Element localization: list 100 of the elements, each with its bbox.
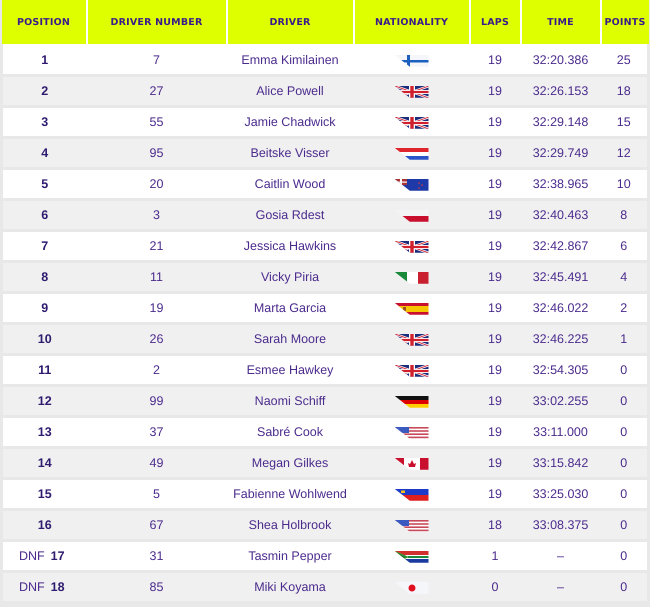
laps-count: 19 (488, 363, 502, 377)
race-time: 32:38.965 (532, 177, 588, 191)
position-text: 14 (38, 456, 52, 470)
points-value: 4 (620, 270, 628, 284)
column-header: LAPS (470, 0, 520, 45)
points-value: 18 (616, 84, 631, 98)
points-value: 8 (620, 208, 628, 222)
driver-number: 55 (150, 115, 164, 129)
position-text: 15 (38, 487, 52, 501)
driver-number: 27 (150, 84, 164, 98)
status-label: DNF (18, 580, 45, 594)
driver-number: 95 (150, 146, 164, 160)
laps-count: 19 (488, 332, 502, 346)
driver-name: Megan Gilkes (252, 456, 328, 470)
column-header: TIME (520, 0, 600, 45)
laps-count: 19 (488, 239, 502, 253)
laps-count: 19 (488, 456, 502, 470)
laps-count: 19 (488, 301, 502, 315)
points-value: 0 (620, 456, 628, 470)
driver-name: Jessica Hawkins (244, 239, 336, 253)
driver-number: 31 (150, 549, 164, 563)
race-time: 33:02.255 (532, 394, 588, 408)
driver-number: 26 (150, 332, 164, 346)
driver-number: 20 (150, 177, 164, 191)
driver-name: Miki Koyama (254, 580, 326, 594)
driver-name: Alice Powell (256, 84, 324, 98)
points-value: 0 (620, 549, 628, 563)
race-time: 33:08.375 (532, 518, 588, 532)
position-text: 17 (50, 549, 65, 563)
driver-name: Gosia Rdest (256, 208, 324, 222)
driver-name: Fabienne Wohlwend (233, 487, 347, 501)
driver-name: Shea Holbrook (248, 518, 332, 532)
race-time: 32:46.225 (532, 332, 588, 346)
driver-name: Marta Garcia (254, 301, 326, 315)
position-text: 6 (41, 208, 48, 222)
driver-name: Naomi Schiff (254, 394, 326, 408)
driver-number: 99 (150, 394, 164, 408)
column-header: POINTS (600, 0, 648, 45)
race-time: 32:20.386 (532, 53, 588, 67)
position-text: 10 (38, 332, 52, 346)
driver-name: Vicky Piria (260, 270, 320, 284)
points-value: 0 (620, 487, 628, 501)
driver-number: 11 (150, 270, 163, 284)
position-text: 9 (41, 301, 48, 315)
position-text: 2 (41, 84, 48, 98)
race-time: 32:54.305 (532, 363, 588, 377)
laps-count: 19 (488, 115, 502, 129)
position-text: 5 (41, 177, 48, 191)
laps-count: 0 (492, 580, 498, 594)
points-value: 0 (620, 363, 628, 377)
race-time: 32:26.153 (532, 84, 588, 98)
points-value: 25 (616, 53, 631, 67)
laps-count: 19 (488, 84, 502, 98)
points-value: 1 (620, 332, 628, 346)
laps-count: 19 (488, 146, 502, 160)
race-time: 32:29.749 (532, 146, 588, 160)
driver-number: 7 (153, 53, 160, 67)
driver-number: 85 (150, 580, 164, 594)
laps-count: 19 (488, 53, 502, 67)
points-value: 2 (620, 301, 628, 315)
position-text: 12 (38, 394, 52, 408)
position-text: 1 (41, 53, 48, 67)
driver-name: Sabré Cook (256, 425, 323, 439)
points-value: 0 (620, 425, 628, 439)
column-header: DRIVER (226, 0, 354, 45)
race-time: 32:46.022 (532, 301, 588, 315)
laps-count: 19 (488, 208, 502, 222)
driver-name: Esmee Hawkey (246, 363, 334, 377)
race-time: 32:45.491 (532, 270, 588, 284)
laps-count: 19 (488, 487, 502, 501)
driver-number: 37 (150, 425, 164, 439)
position-text: 11 (38, 363, 52, 377)
race-time: 32:29.148 (532, 115, 588, 129)
driver-number: 49 (150, 456, 164, 470)
laps-count: 19 (488, 394, 502, 408)
race-time: 32:40.463 (532, 208, 588, 222)
driver-number: 67 (150, 518, 164, 532)
position-text: 8 (41, 270, 48, 284)
driver-name: Emma Kimilainen (241, 53, 339, 67)
driver-name: Tasmin Pepper (248, 549, 332, 563)
points-value: 0 (620, 394, 628, 408)
position-text: 3 (41, 115, 48, 129)
laps-count: 19 (488, 270, 502, 284)
driver-name: Beitske Visser (250, 146, 330, 160)
position-text: 13 (38, 425, 52, 439)
column-header: NATIONALITY (354, 0, 470, 45)
laps-count: 18 (488, 518, 502, 532)
driver-name: Jamie Chadwick (244, 115, 336, 129)
driver-number: 2 (153, 363, 160, 377)
laps-count: 19 (488, 425, 502, 439)
points-value: 10 (616, 177, 631, 191)
race-time: 32:42.867 (532, 239, 588, 253)
race-time: – (557, 580, 564, 594)
race-time: 33:15.842 (532, 456, 588, 470)
driver-number: 3 (153, 208, 160, 222)
position-text: 18 (50, 580, 65, 594)
points-value: 6 (620, 239, 628, 253)
driver-number: 19 (150, 301, 164, 315)
points-value: 0 (620, 518, 628, 532)
driver-name: Sarah Moore (254, 332, 326, 346)
